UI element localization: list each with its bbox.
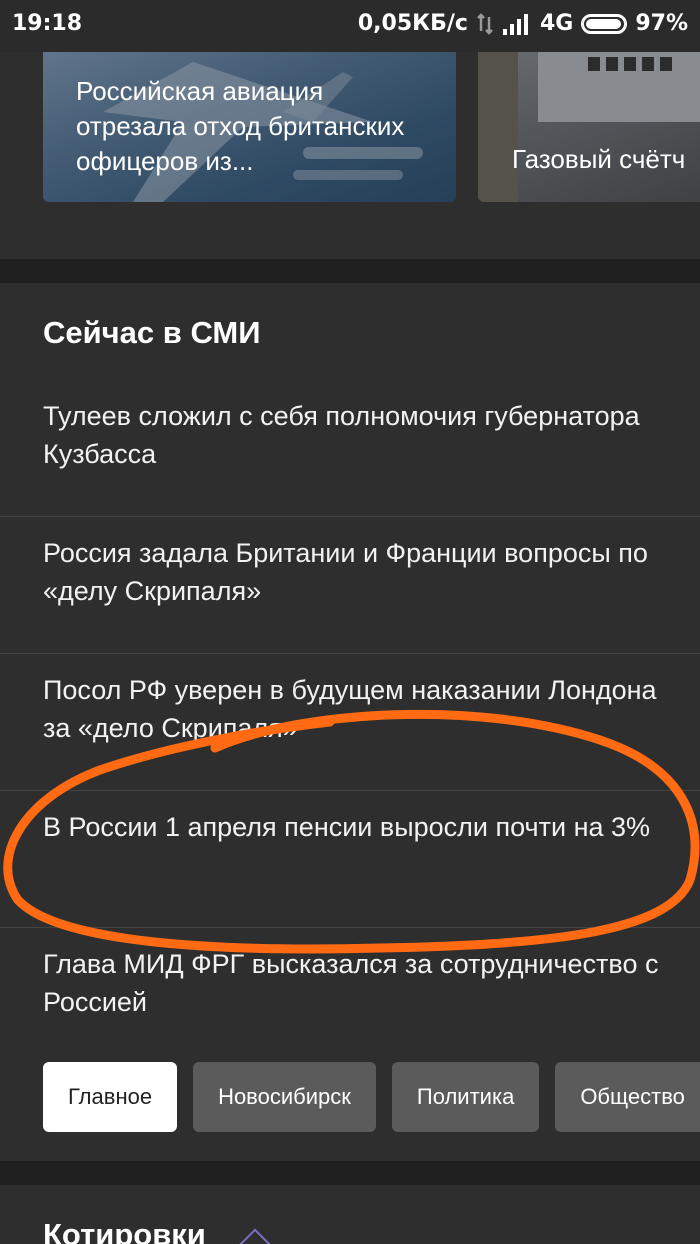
- news-item[interactable]: В России 1 апреля пенсии выросли почти н…: [0, 791, 700, 928]
- carousel-card-title: Российская авиация отрезала отход британ…: [76, 76, 405, 176]
- section-divider: [0, 259, 700, 283]
- tab-politics[interactable]: Политика: [391, 1062, 540, 1132]
- tab-main[interactable]: Главное: [43, 1062, 178, 1132]
- carousel-card[interactable]: Газовый счётч: [478, 52, 700, 202]
- status-bar: 19:18 0,05КБ/с 4G 97%: [0, 0, 700, 52]
- news-headline: В России 1 апреля пенсии выросли почти н…: [43, 812, 651, 842]
- news-headline: Тулеев сложил с себя полномочия губернат…: [43, 401, 640, 469]
- news-item[interactable]: Глава МИД ФРГ высказался за сотрудничест…: [0, 928, 700, 1065]
- tab-society[interactable]: Общество: [555, 1062, 700, 1132]
- data-transfer-icon: [476, 12, 494, 36]
- battery-percent: 97%: [635, 11, 688, 36]
- news-headline: Россия задала Британии и Франции вопросы…: [43, 538, 648, 606]
- signal-strength-icon: [502, 13, 532, 35]
- battery-icon: [581, 13, 628, 34]
- carousel-card[interactable]: Российская авиация отрезала отход британ…: [43, 52, 456, 202]
- news-list: Тулеев сложил с себя полномочия губернат…: [0, 380, 700, 1065]
- network-speed: 0,05КБ/с: [357, 11, 468, 36]
- news-carousel: Российская авиация отрезала отход британ…: [0, 52, 700, 259]
- tab-novosibirsk[interactable]: Новосибирск: [193, 1062, 376, 1132]
- carousel-card-title: Газовый счётч: [512, 144, 686, 174]
- category-tabs: Главное Новосибирск Политика Общество: [43, 1062, 700, 1132]
- network-type: 4G: [539, 11, 574, 36]
- status-indicators: 0,05КБ/с 4G 97%: [358, 11, 688, 36]
- news-item[interactable]: Посол РФ уверен в будущем наказании Лонд…: [0, 654, 700, 791]
- news-headline: Глава МИД ФРГ высказался за сотрудничест…: [43, 949, 659, 1017]
- chevron-up-icon[interactable]: [239, 1228, 271, 1244]
- quotes-section: Котировки: [0, 1185, 700, 1244]
- media-now-section: Сейчас в СМИ Тулеев сложил с себя полном…: [0, 283, 700, 1161]
- section-title: Сейчас в СМИ: [43, 315, 261, 350]
- battery-fill: [586, 18, 622, 29]
- news-item[interactable]: Россия задала Британии и Франции вопросы…: [0, 517, 700, 654]
- news-headline: Посол РФ уверен в будущем наказании Лонд…: [43, 675, 657, 743]
- quotes-title[interactable]: Котировки: [43, 1217, 206, 1244]
- news-item[interactable]: Тулеев сложил с себя полномочия губернат…: [0, 380, 700, 517]
- status-time: 19:18: [12, 11, 83, 36]
- section-divider: [0, 1161, 700, 1185]
